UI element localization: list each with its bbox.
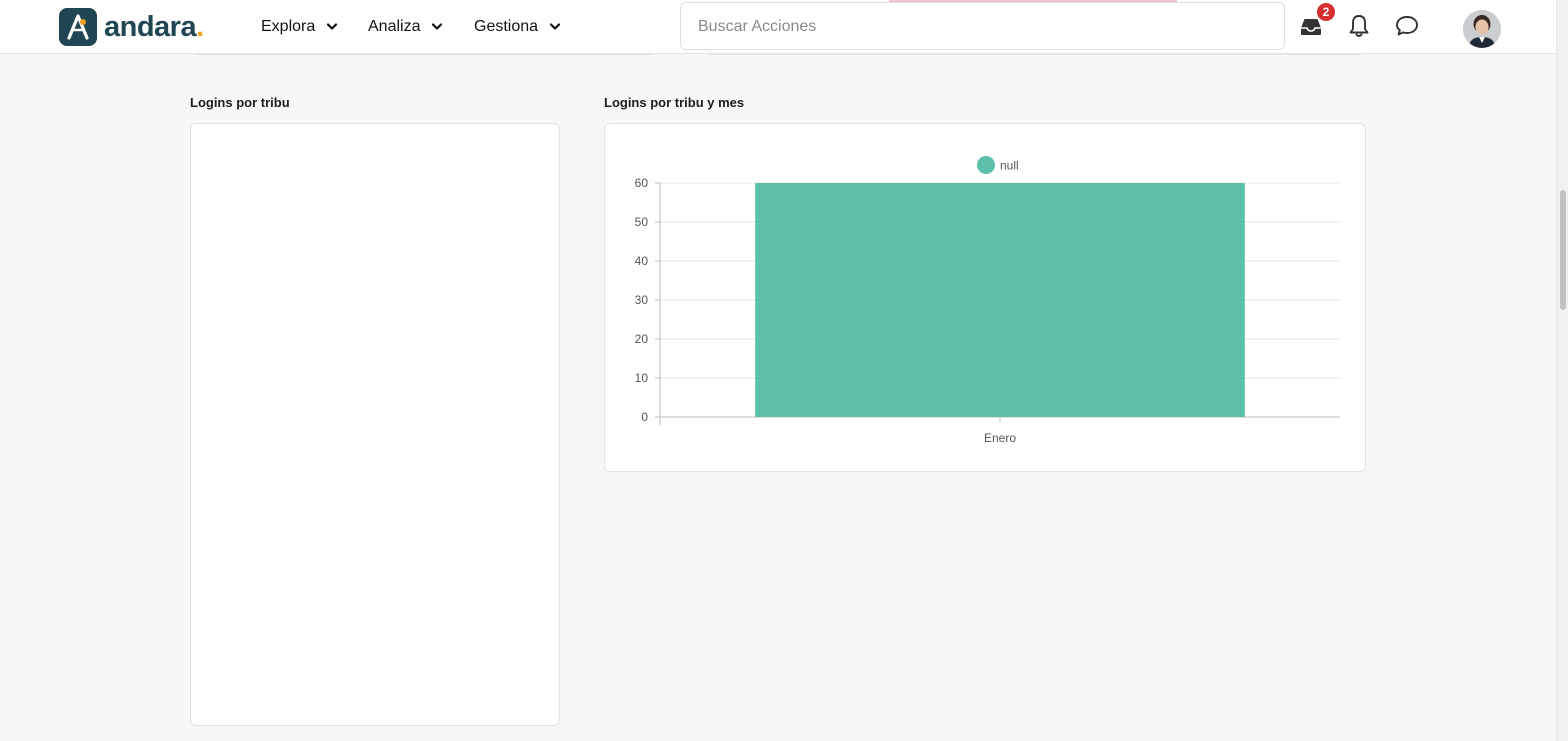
nav-gestiona-label: Gestiona <box>474 18 539 35</box>
nav-explora[interactable]: Explora <box>261 14 338 40</box>
search-box <box>680 2 1285 51</box>
inbox-badge: 2 <box>1317 3 1335 21</box>
y-tick-label: 20 <box>635 332 649 346</box>
x-tick-label: Enero <box>984 431 1016 445</box>
panel-title-logins-por-tribu: Logins por tribu <box>190 95 290 110</box>
nav-analiza[interactable]: Analiza <box>368 14 443 40</box>
brand-wordmark[interactable]: andara. <box>104 8 204 46</box>
bar-chart: 0 10 20 30 40 50 60 Enero null <box>635 156 1340 445</box>
y-tick-label: 50 <box>635 215 649 229</box>
nav-analiza-label: Analiza <box>368 18 421 35</box>
y-tick-label: 30 <box>635 293 649 307</box>
legend-label: null <box>1000 159 1019 173</box>
legend-swatch <box>977 156 995 174</box>
top-navbar: andara. Explora Analiza Gestiona 2 <box>0 0 1556 54</box>
chevron-down-icon <box>431 23 443 30</box>
scrollbar-thumb[interactable] <box>1560 190 1566 310</box>
bell-icon[interactable] <box>1345 12 1373 40</box>
logins-por-tribu-y-mes-card: 0 10 20 30 40 50 60 Enero null <box>604 123 1366 472</box>
y-tick-label: 10 <box>635 371 649 385</box>
bar-enero[interactable] <box>755 183 1245 417</box>
y-tick-label: 60 <box>635 176 649 190</box>
y-tick-label: 0 <box>641 410 648 424</box>
user-avatar[interactable] <box>1463 10 1501 48</box>
chevron-down-icon <box>326 23 337 30</box>
chevron-down-icon <box>549 23 560 30</box>
logins-por-tribu-card <box>190 123 560 726</box>
panel-title-logins-por-tribu-y-mes: Logins por tribu y mes <box>604 95 745 110</box>
loading-indicator <box>889 0 1177 2</box>
y-tick-label: 40 <box>635 254 649 268</box>
search-input[interactable] <box>696 3 1270 51</box>
nav-gestiona[interactable]: Gestiona <box>474 14 561 40</box>
chat-bubble-icon[interactable] <box>1393 12 1421 40</box>
nav-explora-label: Explora <box>261 18 316 35</box>
andara-logo-icon[interactable] <box>59 8 97 46</box>
page-scrollbar[interactable] <box>1556 0 1568 741</box>
